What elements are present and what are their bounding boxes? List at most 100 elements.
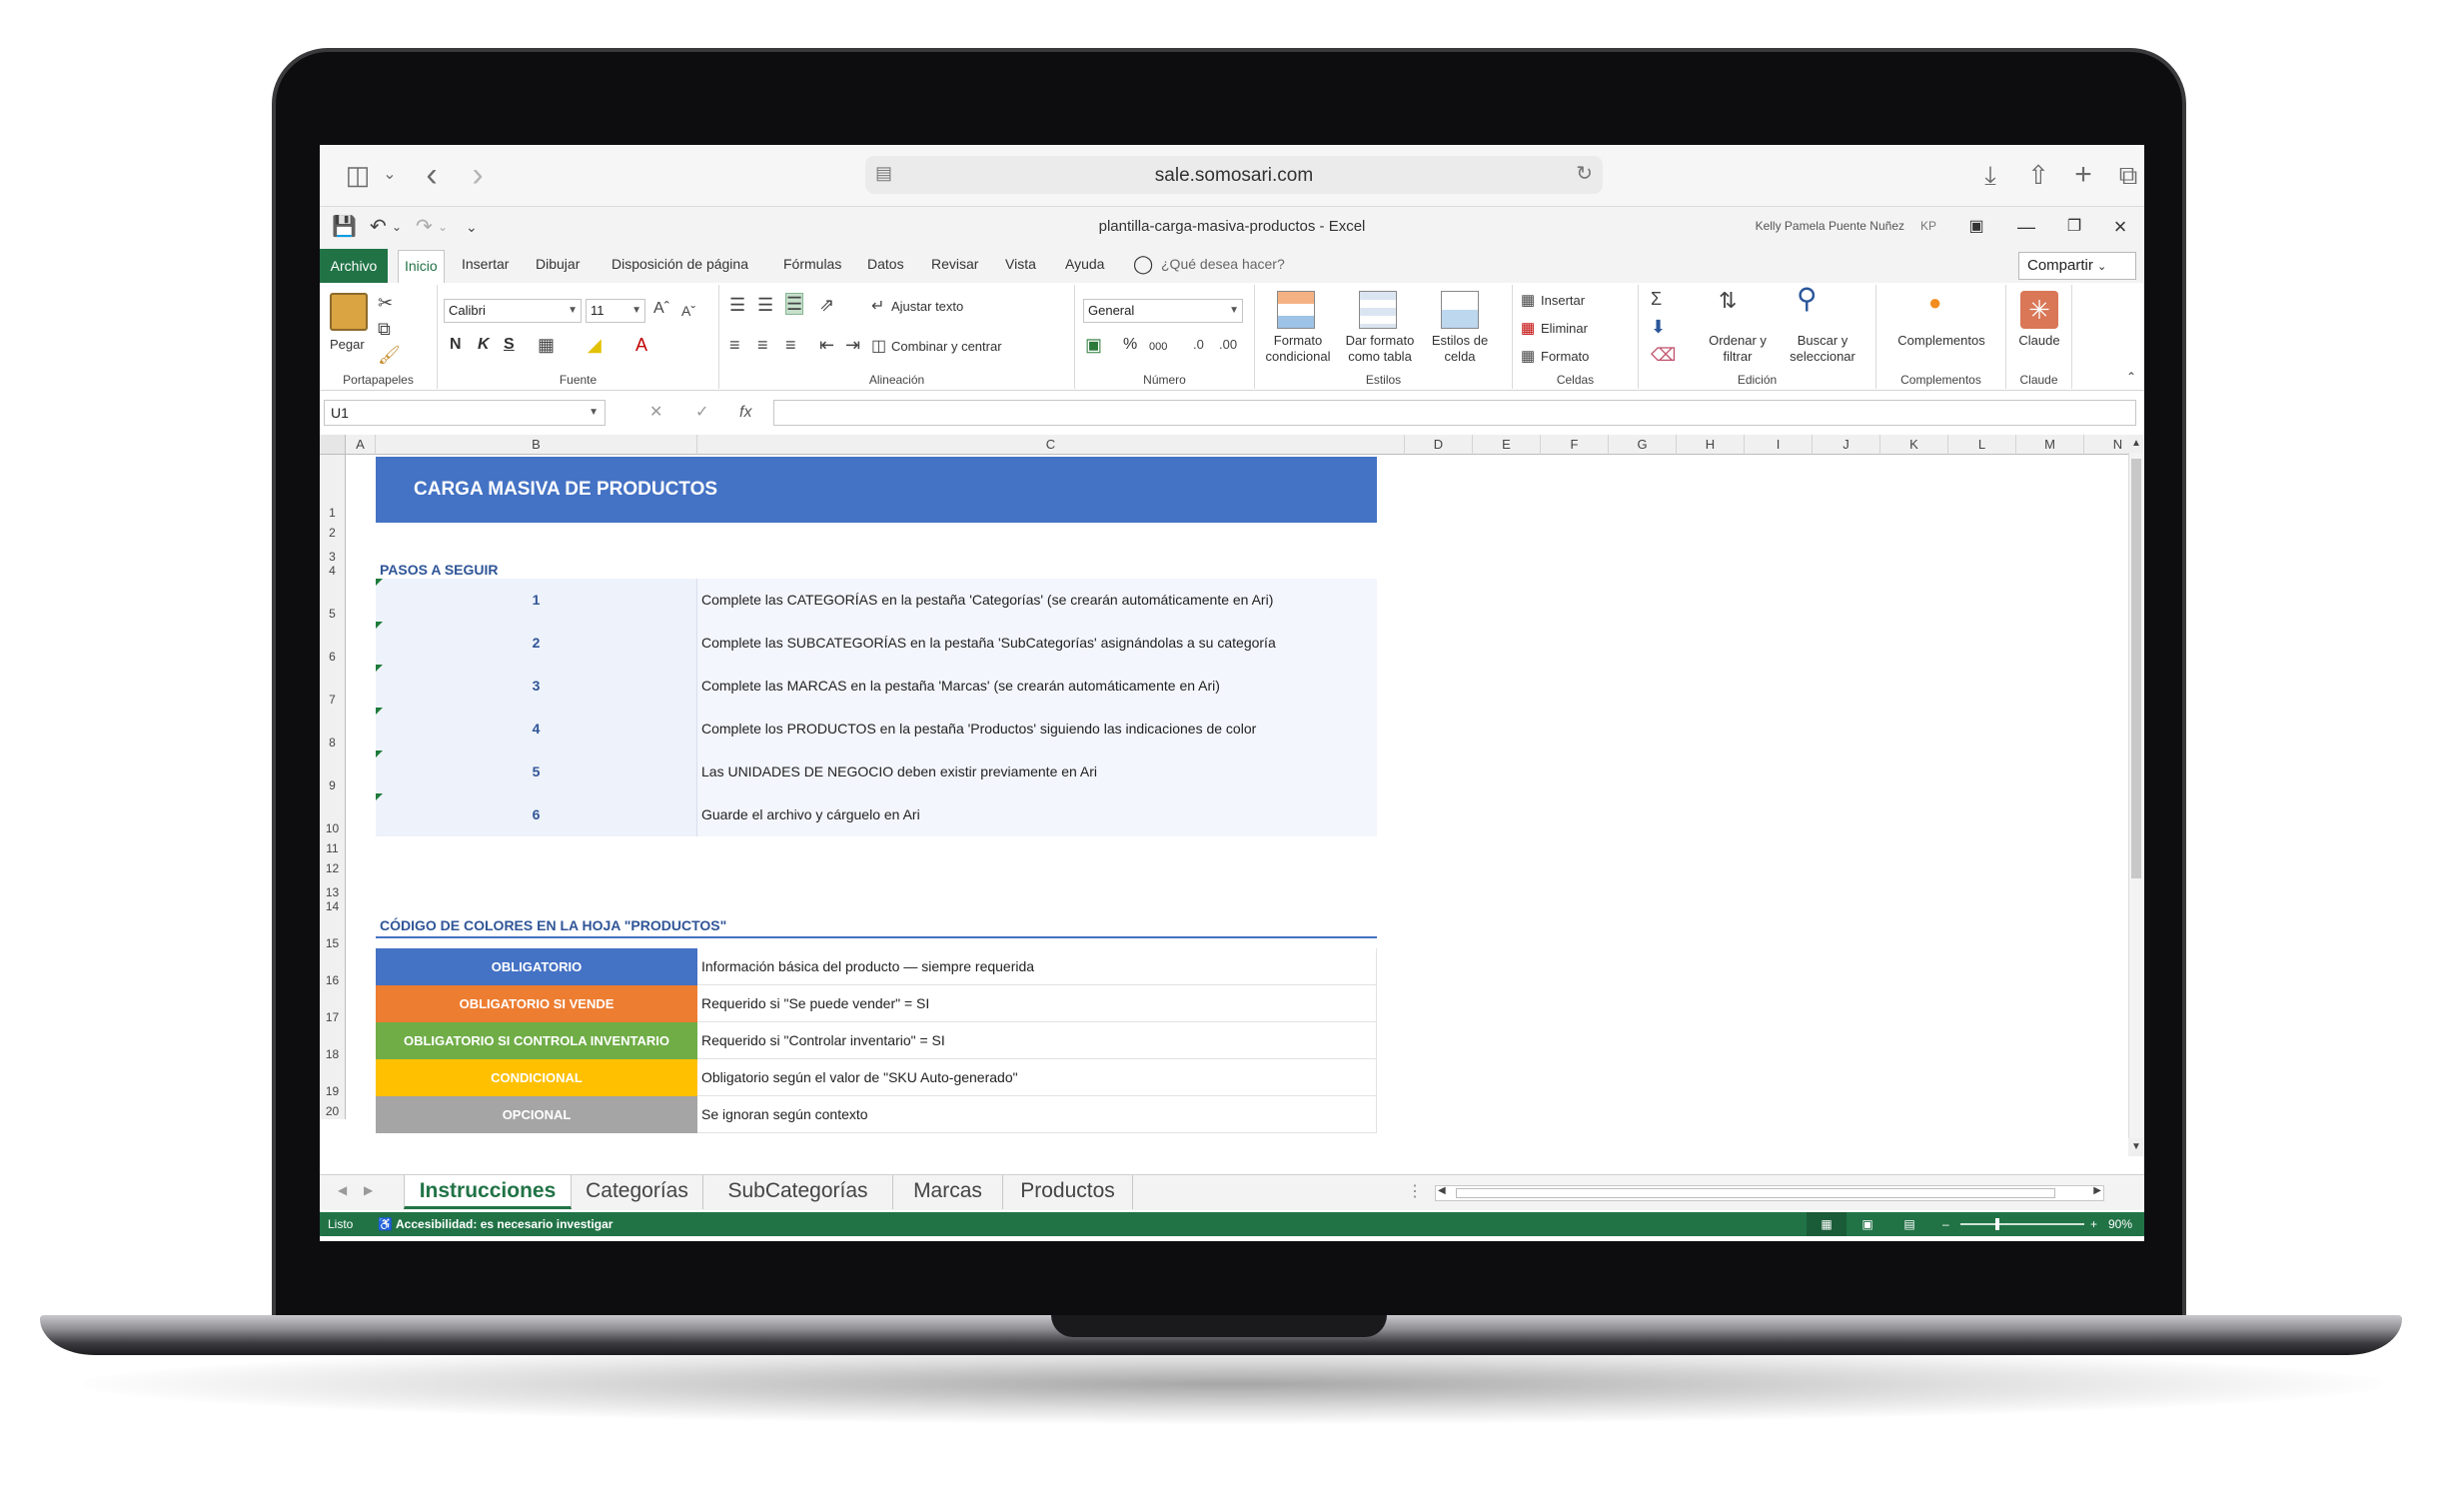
tabs-icon[interactable]: ⧉ xyxy=(2108,157,2144,193)
fill-color-icon[interactable]: ◢ xyxy=(588,335,602,355)
back-icon[interactable]: ‹ xyxy=(412,157,452,193)
step-row[interactable]: 6 Guarde el archivo y cárguelo en Ari xyxy=(376,793,1377,836)
format-painter-icon[interactable]: 🖌 xyxy=(378,345,401,365)
row-header[interactable]: 4 xyxy=(320,564,346,579)
clear-icon[interactable]: ⌫ xyxy=(1651,345,1676,365)
row-header[interactable]: 3 xyxy=(320,541,346,565)
page-break-view-icon[interactable]: ▤ xyxy=(1894,1212,1924,1236)
next-sheet-icon[interactable]: ▶ xyxy=(364,1183,373,1197)
row-header[interactable]: 11 xyxy=(320,836,346,856)
step-row[interactable]: 5 Las UNIDADES DE NEGOCIO deben existir p… xyxy=(376,751,1377,793)
align-top-icon[interactable]: ☰ xyxy=(729,295,745,315)
sheet-tab-marcas[interactable]: Marcas xyxy=(893,1175,1003,1209)
merge-center-button[interactable]: Combinar y centrar xyxy=(891,339,1002,355)
tab-disposicion[interactable]: Disposición de página xyxy=(606,253,754,275)
addins-icon[interactable]: ● xyxy=(1928,292,1941,314)
tab-dibujar[interactable]: Dibujar xyxy=(530,253,586,275)
vertical-scroll-thumb[interactable] xyxy=(2131,459,2141,878)
restore-icon[interactable]: ❐ xyxy=(2056,213,2092,241)
wrap-text-button[interactable]: Ajustar texto xyxy=(891,299,963,315)
currency-icon[interactable]: ▣ xyxy=(1085,335,1102,355)
minimize-icon[interactable]: — xyxy=(2008,213,2044,241)
font-color-icon[interactable]: A xyxy=(635,335,647,355)
zoom-slider[interactable] xyxy=(1960,1223,2084,1225)
chevron-down-icon[interactable]: ⌄ xyxy=(370,157,410,193)
sheet-tab-subcategorias[interactable]: SubCategorías xyxy=(703,1175,893,1209)
row-header[interactable]: 9 xyxy=(320,751,346,793)
cell-styles-icon[interactable] xyxy=(1441,291,1479,329)
select-all-corner[interactable] xyxy=(320,435,346,455)
row-header[interactable]: 8 xyxy=(320,708,346,751)
color-code-row[interactable]: OPCIONAL Se ignoran según contexto xyxy=(376,1096,1377,1133)
align-left-icon[interactable]: ≡ xyxy=(729,335,740,355)
name-box[interactable]: U1 ▼ xyxy=(324,400,606,426)
conditional-format-icon[interactable] xyxy=(1277,291,1315,329)
row-header[interactable]: 12 xyxy=(320,856,346,876)
column-header[interactable]: D xyxy=(1405,435,1473,455)
confirm-entry-icon[interactable]: ✓ xyxy=(695,400,708,426)
user-initials[interactable]: KP xyxy=(1920,219,1936,233)
tab-inicio[interactable]: Inicio xyxy=(398,250,445,283)
column-header[interactable]: C xyxy=(697,435,1405,455)
column-header[interactable]: B xyxy=(376,435,697,455)
row-header[interactable]: 20 xyxy=(320,1099,346,1119)
sort-filter-button[interactable]: Ordenar y filtrar xyxy=(1703,333,1773,365)
autosum-icon[interactable]: Σ xyxy=(1651,289,1662,309)
row-header[interactable]: 16 xyxy=(320,951,346,988)
tab-split-handle-icon[interactable]: ⋮ xyxy=(1407,1181,1423,1201)
column-header[interactable]: F xyxy=(1541,435,1609,455)
close-icon[interactable]: × xyxy=(2102,213,2138,241)
column-header[interactable]: M xyxy=(2016,435,2084,455)
scroll-up-icon[interactable]: ▲ xyxy=(2128,435,2144,453)
row-header[interactable]: 2 xyxy=(320,521,346,541)
fill-icon[interactable]: ⬇ xyxy=(1651,317,1666,337)
insert-function-icon[interactable]: fx xyxy=(739,400,751,426)
row-header[interactable]: 5 xyxy=(320,579,346,622)
font-name-select[interactable]: Calibri ▼ xyxy=(444,299,582,323)
zoom-in-icon[interactable]: + xyxy=(2090,1212,2097,1236)
comma-button[interactable]: 000 xyxy=(1149,339,1167,355)
copy-icon[interactable]: ⧉ xyxy=(378,319,391,339)
format-cells-button[interactable]: Formato xyxy=(1541,349,1589,365)
sheet-tab-productos[interactable]: Productos xyxy=(1003,1175,1133,1209)
scroll-down-icon[interactable]: ▼ xyxy=(2128,1138,2144,1156)
format-as-table-button[interactable]: Dar formato como tabla xyxy=(1341,333,1419,365)
insert-cells-button[interactable]: Insertar xyxy=(1541,293,1585,309)
collapse-ribbon-icon[interactable]: ⌃ xyxy=(2126,367,2136,387)
column-header[interactable]: A xyxy=(346,435,376,455)
prev-sheet-icon[interactable]: ◀ xyxy=(338,1183,347,1197)
step-row[interactable]: 4 Complete los PRODUCTOS en la pestaña 'P… xyxy=(376,708,1377,751)
orientation-icon[interactable]: ⇗ xyxy=(819,295,834,315)
color-code-row[interactable]: OBLIGATORIO SI VENDE Requerido si "Se pue… xyxy=(376,985,1377,1022)
find-select-icon[interactable]: ⚲ xyxy=(1797,285,1818,313)
conditional-format-button[interactable]: Formato condicional xyxy=(1263,333,1333,365)
font-size-select[interactable]: 11 ▼ xyxy=(586,299,645,323)
accessibility-icon[interactable]: ♿ xyxy=(378,1212,393,1236)
download-icon[interactable]: ⤓ xyxy=(1970,157,2010,193)
zoom-slider-thumb[interactable] xyxy=(1994,1218,1999,1230)
share-button[interactable]: Compartir ⌄ xyxy=(2018,252,2136,280)
scroll-left-icon[interactable]: ◀ xyxy=(1438,1185,1446,1196)
claude-button[interactable]: Claude xyxy=(2010,333,2068,349)
italic-button[interactable]: K xyxy=(478,337,490,353)
row-header[interactable]: 13 xyxy=(320,876,346,900)
paste-icon[interactable] xyxy=(330,293,368,331)
row-header[interactable]: 7 xyxy=(320,665,346,708)
column-header[interactable]: E xyxy=(1473,435,1541,455)
vertical-scrollbar[interactable]: ▲ ▼ xyxy=(2128,435,2144,1156)
tab-vista[interactable]: Vista xyxy=(999,253,1042,275)
align-middle-icon[interactable]: ☰ xyxy=(757,295,773,315)
column-header[interactable]: J xyxy=(1813,435,1880,455)
tab-revisar[interactable]: Revisar xyxy=(925,253,984,275)
tab-archivo[interactable]: Archivo xyxy=(320,249,388,283)
row-header[interactable]: 6 xyxy=(320,622,346,665)
forward-icon[interactable]: › xyxy=(458,157,498,193)
reload-icon[interactable]: ↻ xyxy=(1576,161,1593,186)
shrink-font-icon[interactable]: Aˇ xyxy=(681,301,695,321)
row-header[interactable]: 19 xyxy=(320,1062,346,1099)
format-as-table-icon[interactable] xyxy=(1359,291,1397,329)
align-center-icon[interactable]: ≡ xyxy=(757,335,768,355)
step-row[interactable]: 3 Complete las MARCAS en la pestaña 'Marc… xyxy=(376,665,1377,708)
delete-cells-button[interactable]: Eliminar xyxy=(1541,321,1588,337)
color-code-row[interactable]: OBLIGATORIO SI CONTROLA INVENTARIO Requer… xyxy=(376,1022,1377,1059)
